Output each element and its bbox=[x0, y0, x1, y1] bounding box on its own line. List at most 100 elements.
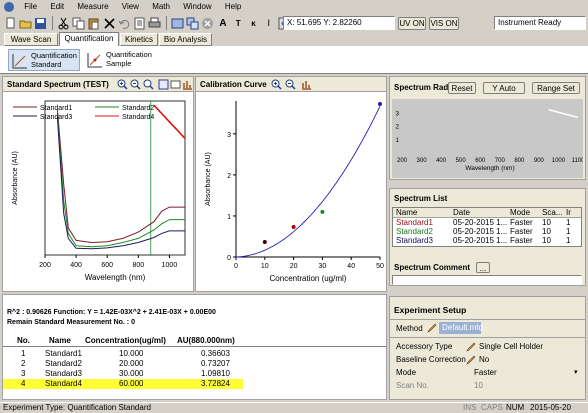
setup-row-scan[interactable]: Scan No. 10 bbox=[396, 381, 584, 391]
cursor-readout: X: 51.695 Y: 2.82260 bbox=[283, 16, 395, 30]
text-format-icon[interactable]: T bbox=[232, 17, 245, 30]
stop-icon[interactable] bbox=[201, 17, 214, 30]
col-ir[interactable]: Ir bbox=[566, 208, 578, 218]
pencil-icon[interactable] bbox=[427, 323, 437, 333]
app-icon[interactable] bbox=[4, 1, 14, 12]
instrument-status: Instrument Ready bbox=[494, 16, 586, 30]
open-folder-icon[interactable] bbox=[19, 17, 32, 30]
menu-view[interactable]: View bbox=[122, 2, 139, 11]
accessory-label: Accessory Type bbox=[396, 342, 453, 351]
col-au[interactable]: AU(880.000nm) bbox=[177, 336, 235, 346]
row-au: 1.09810 bbox=[201, 369, 230, 378]
pencil-icon bbox=[466, 342, 476, 352]
zoom-out-icon[interactable] bbox=[130, 79, 141, 90]
status-caps: CAPS bbox=[481, 403, 503, 412]
col-date[interactable]: Date bbox=[453, 208, 509, 218]
undo-icon[interactable] bbox=[118, 17, 131, 30]
tab-kinetics[interactable]: Kinetics bbox=[120, 33, 158, 46]
table-row[interactable]: 3 Standard3 30.000 1.09810 bbox=[3, 369, 386, 379]
table-row-selected[interactable]: 4 Standard4 60.000 3.72824 bbox=[3, 379, 243, 389]
status-experiment-type: Experiment Type: Quantification Standard bbox=[3, 403, 151, 412]
setup-row-baseline[interactable]: Baseline Correction No bbox=[396, 355, 584, 365]
method-field[interactable]: Default.mtd bbox=[439, 322, 483, 334]
menu-window[interactable]: Window bbox=[183, 2, 211, 11]
new-file-icon[interactable] bbox=[4, 17, 17, 30]
tab-bio-analysis[interactable]: Bio Analysis bbox=[159, 33, 212, 46]
graph-settings-icon[interactable] bbox=[301, 79, 312, 90]
calibration-chart[interactable]: 0 10 20 30 40 50 0 1 2 3 Concentration (ug/ml) Abso… bbox=[196, 93, 386, 291]
setup-row-accessory[interactable]: Accessory Type Single Cell Holder bbox=[396, 342, 584, 352]
standard-spectrum-chart[interactable]: 200 400 600 800 1000 Wavelength (nm) Absorbanc… bbox=[3, 93, 193, 291]
row-concentration: 60.000 bbox=[119, 379, 144, 388]
list-item[interactable]: Standard3 05-20-2015 1... Faster 10 1 bbox=[393, 236, 581, 246]
delete-icon[interactable] bbox=[103, 17, 116, 30]
list-item-mode: Faster bbox=[510, 236, 533, 245]
list-item-scan: 10 bbox=[542, 236, 551, 245]
list-item-date: 05-20-2015 1... bbox=[453, 236, 508, 245]
experiment-setup-title: Experiment Setup bbox=[394, 305, 467, 315]
col-concentration[interactable]: Concentration(ug/ml) bbox=[85, 336, 166, 346]
col-mode[interactable]: Mode bbox=[510, 208, 540, 218]
table-row[interactable]: 2 Standard2 20.000 0.73207 bbox=[3, 359, 386, 369]
row-concentration: 30.000 bbox=[119, 369, 144, 378]
mode-label: Mode bbox=[396, 368, 417, 377]
row-au: 0.73207 bbox=[201, 359, 230, 368]
print-icon[interactable] bbox=[148, 17, 161, 30]
comment-field[interactable] bbox=[392, 275, 582, 285]
menu-math[interactable]: Math bbox=[152, 2, 170, 11]
calibration-curve-panel: Calibration Curve 0 10 20 30 40 50 0 1 2 3 Concent… bbox=[195, 76, 387, 292]
spectrum-radar-panel: Spectrum Radar Reset Y Auto Range Set 20… bbox=[389, 76, 586, 180]
reset-button[interactable]: Reset bbox=[448, 82, 476, 94]
radar-chart[interactable]: 200 300 400 500 600 700 800 900 1000 1100 1 2 3 Wavel… bbox=[392, 99, 583, 178]
row-no: 3 bbox=[21, 369, 26, 378]
text-style-icon[interactable]: ĸ bbox=[247, 17, 260, 30]
spectrum-list-table: Name Date Mode Sca... Ir Standard1 05-20… bbox=[392, 207, 582, 247]
experiment-setup-panel: Experiment Setup Method Default.mtd Acce… bbox=[389, 296, 586, 400]
table-row[interactable]: 1 Standard1 10.000 0.36603 bbox=[3, 349, 386, 359]
dropdown-arrow-icon[interactable]: ▾ bbox=[574, 368, 578, 376]
cut-icon[interactable] bbox=[57, 17, 70, 30]
vis-on-button[interactable]: VIS ON bbox=[429, 17, 459, 30]
tab-quantification[interactable]: Quantification bbox=[59, 32, 119, 46]
y-auto-button[interactable]: Y Auto bbox=[483, 82, 525, 94]
col-no[interactable]: No. bbox=[17, 336, 30, 346]
uv-on-button[interactable]: UV ON bbox=[398, 17, 426, 30]
save-icon[interactable] bbox=[34, 17, 47, 30]
copy-graph-icon[interactable] bbox=[170, 79, 181, 90]
menu-help[interactable]: Help bbox=[225, 2, 241, 11]
zoom-out-icon[interactable] bbox=[285, 79, 296, 90]
y-tick-label: 3 bbox=[396, 112, 400, 118]
tab-wave-scan[interactable]: Wave Scan bbox=[4, 33, 58, 46]
menu-measure[interactable]: Measure bbox=[77, 2, 108, 11]
y-tick-label: 0 bbox=[227, 255, 231, 262]
range-set-button[interactable]: Range Set bbox=[532, 82, 580, 94]
paste-icon[interactable] bbox=[87, 17, 100, 30]
menu-edit[interactable]: Edit bbox=[50, 2, 64, 11]
font-icon[interactable]: A bbox=[217, 17, 230, 30]
col-name[interactable]: Name bbox=[396, 208, 452, 218]
menu-file[interactable]: File bbox=[24, 2, 37, 11]
comment-browse-button[interactable]: ... bbox=[476, 262, 490, 273]
spectrum-list-panel: Spectrum List Name Date Mode Sca... Ir S… bbox=[389, 188, 586, 286]
subtab-quantification-standard[interactable]: Quantification Standard bbox=[8, 49, 80, 71]
subtab-quantification-sample[interactable]: Quantification Sample bbox=[84, 49, 154, 71]
graph-settings-icon[interactable] bbox=[182, 79, 193, 90]
row-no: 4 bbox=[21, 379, 26, 388]
col-name[interactable]: Name bbox=[49, 336, 71, 346]
x-tick-label: 0 bbox=[234, 263, 238, 270]
page-setup-icon[interactable] bbox=[133, 17, 146, 30]
rectangle-icon[interactable] bbox=[171, 17, 184, 30]
zoom-fit-icon[interactable] bbox=[143, 79, 154, 90]
x-tick-label: 300 bbox=[417, 158, 428, 164]
method-label: Method bbox=[396, 324, 423, 333]
setup-row-mode[interactable]: Mode Faster ▾ bbox=[396, 368, 584, 378]
zoom-in-icon[interactable] bbox=[271, 79, 282, 90]
zoom-in-icon[interactable] bbox=[117, 79, 128, 90]
copy-icon[interactable] bbox=[72, 17, 85, 30]
plot-area bbox=[44, 100, 186, 256]
col-scan[interactable]: Sca... bbox=[542, 208, 564, 218]
export-image-icon[interactable] bbox=[158, 79, 169, 90]
marker-icon[interactable]: I bbox=[262, 17, 275, 30]
overlay-icon[interactable] bbox=[186, 17, 199, 30]
menu-bar: File Edit Measure View Math Window Help bbox=[0, 0, 588, 14]
